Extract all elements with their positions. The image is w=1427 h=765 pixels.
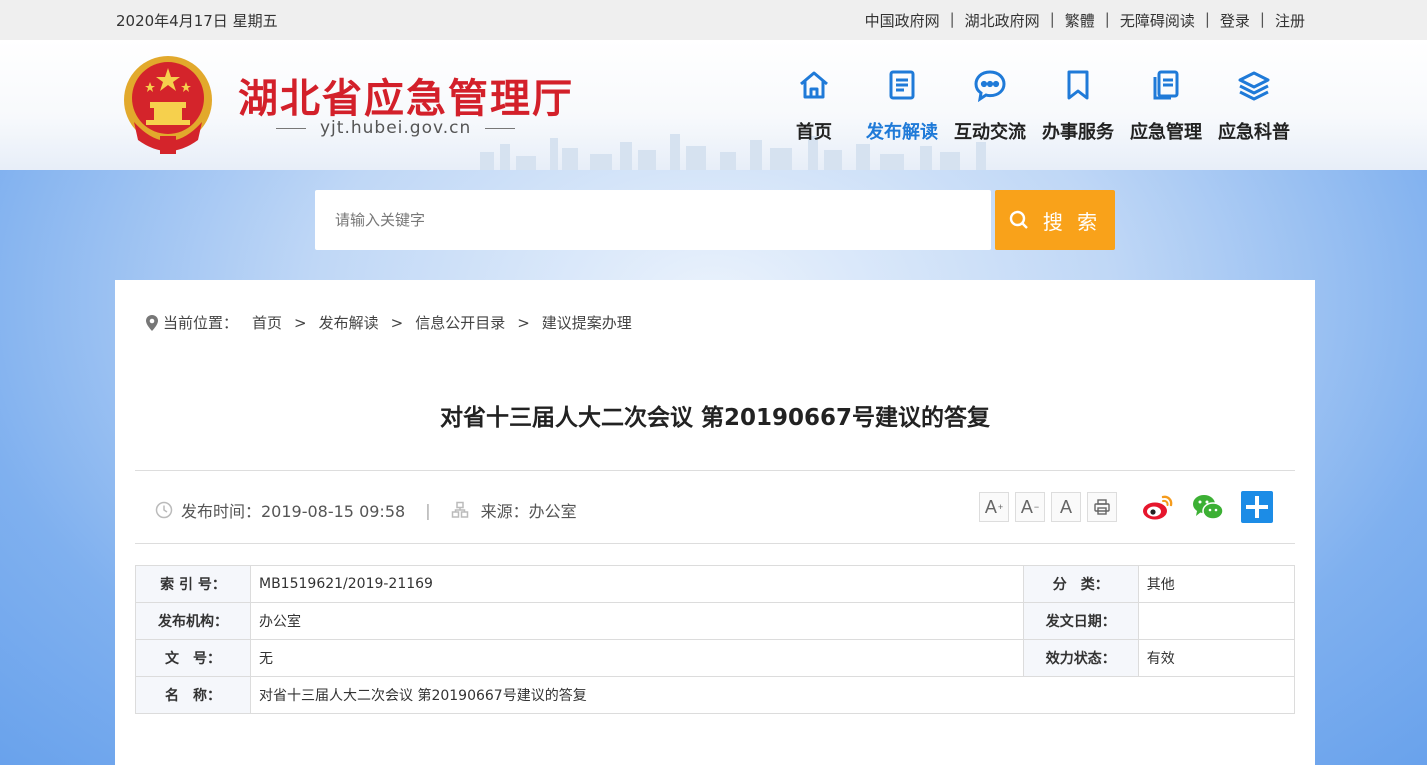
national-emblem-logo	[124, 56, 212, 154]
layers-icon	[1210, 60, 1298, 110]
link-login[interactable]: 登录	[1220, 10, 1250, 31]
divider	[135, 470, 1295, 471]
status-value: 有效	[1137, 639, 1296, 677]
breadcrumb: 当前位置： 首页 > 发布解读 > 信息公开目录 > 建议提案办理	[145, 312, 632, 333]
index-no-value: MB1519621/2019-21169	[250, 565, 1024, 603]
index-no-key: 索 引 号：	[135, 565, 251, 603]
nav-interact-label: 互动交流	[954, 122, 1026, 143]
weibo-icon	[1143, 495, 1173, 520]
link-gov-cn[interactable]: 中国政府网	[865, 10, 940, 31]
category-value: 其他	[1137, 565, 1296, 603]
breadcrumb-catalog[interactable]: 信息公开目录	[415, 312, 505, 333]
site-header: 湖北省应急管理厅 yjt.hubei.gov.cn 首页 发布解读 互动交流 办…	[0, 40, 1427, 170]
font-enlarge-button[interactable]: A +	[979, 492, 1009, 522]
site-title[interactable]: 湖北省应急管理厅	[238, 66, 574, 124]
current-date: 2020年4月17日 星期五	[116, 12, 278, 30]
clock-icon	[155, 501, 173, 519]
link-register[interactable]: 注册	[1275, 10, 1305, 31]
org-value: 办公室	[250, 602, 1024, 640]
plus-icon	[1241, 491, 1273, 523]
breadcrumb-publish[interactable]: 发布解读	[319, 312, 379, 333]
wechat-icon	[1193, 495, 1224, 520]
breadcrumb-home[interactable]: 首页	[252, 312, 282, 333]
category-key: 分 类：	[1022, 565, 1139, 603]
site-domain: yjt.hubei.gov.cn	[262, 118, 529, 138]
doc-number-value: 无	[250, 639, 1024, 677]
nav-emergency-label: 应急管理	[1130, 122, 1202, 143]
publish-time: 发布时间：2019-08-15 09:58	[181, 502, 406, 521]
breadcrumb-proposals[interactable]: 建议提案办理	[542, 312, 632, 333]
chat-icon	[946, 60, 1034, 110]
font-shrink-button[interactable]: A −	[1015, 492, 1045, 522]
nav-interact[interactable]: 互动交流	[946, 60, 1034, 144]
table-row: 发布机构： 办公室 发文日期：	[135, 602, 1296, 640]
breadcrumb-label: 当前位置：	[163, 314, 239, 332]
org-key: 发布机构：	[135, 602, 251, 640]
search-button-label: 搜 索	[1042, 209, 1102, 234]
link-accessibility[interactable]: 无障碍阅读	[1120, 10, 1195, 31]
doc-number-key: 文 号：	[135, 639, 251, 677]
nav-emergency[interactable]: 应急管理	[1122, 60, 1210, 144]
name-key: 名 称：	[135, 676, 251, 714]
main-nav: 首页 发布解读 互动交流 办事服务 应急管理 应急科普	[770, 60, 1298, 144]
print-button[interactable]	[1087, 492, 1117, 522]
home-icon	[770, 60, 858, 110]
article-source: 来源：办公室	[480, 502, 577, 521]
nav-service-label: 办事服务	[1042, 122, 1114, 143]
share-more-button[interactable]	[1241, 491, 1273, 523]
article-tools: A + A − A	[979, 491, 1273, 523]
source-icon	[451, 501, 468, 518]
issue-date-value	[1137, 602, 1296, 640]
nav-science-label: 应急科普	[1218, 122, 1290, 143]
location-pin-icon	[146, 314, 158, 331]
table-row: 文 号： 无 效力状态： 有效	[135, 639, 1296, 677]
table-row: 索 引 号： MB1519621/2019-21169 分 类： 其他	[135, 565, 1296, 603]
bookmark-icon	[1034, 60, 1122, 110]
status-key: 效力状态：	[1022, 639, 1139, 677]
nav-home-label: 首页	[796, 122, 832, 143]
content-panel: 当前位置： 首页 > 发布解读 > 信息公开目录 > 建议提案办理 对省十三届人大二次…	[115, 280, 1315, 765]
site-domain-text: yjt.hubei.gov.cn	[320, 118, 472, 138]
issue-date-key: 发文日期：	[1022, 602, 1139, 640]
table-row: 名 称： 对省十三届人大二次会议 第20190667号建议的答复	[135, 676, 1295, 714]
document-icon	[858, 60, 946, 110]
link-traditional[interactable]: 繁體	[1065, 10, 1095, 31]
link-hubei-gov[interactable]: 湖北政府网	[965, 10, 1040, 31]
divider	[135, 543, 1295, 544]
nav-service[interactable]: 办事服务	[1034, 60, 1122, 144]
search-input[interactable]	[315, 190, 991, 250]
article-meta: 发布时间：2019-08-15 09:58 | 来源：办公室	[155, 498, 577, 522]
printer-icon	[1094, 499, 1110, 515]
search-button[interactable]: 搜 索	[995, 190, 1115, 250]
nav-publish-label: 发布解读	[866, 122, 938, 143]
name-value: 对省十三届人大二次会议 第20190667号建议的答复	[250, 676, 1295, 714]
document-info-table: 索 引 号： MB1519621/2019-21169 分 类： 其他 发布机构…	[135, 565, 1296, 714]
search-icon	[1009, 210, 1028, 229]
share-wechat-button[interactable]	[1191, 492, 1225, 522]
top-links: 中国政府网 | 湖北政府网 | 繁體 | 无障碍阅读 | 登录 | 注册	[864, 10, 1305, 31]
files-icon	[1122, 60, 1210, 110]
article-title: 对省十三届人大二次会议 第20190667号建议的答复	[439, 405, 991, 431]
nav-home[interactable]: 首页	[770, 60, 858, 144]
nav-science[interactable]: 应急科普	[1210, 60, 1298, 144]
font-default-button[interactable]: A	[1051, 492, 1081, 522]
share-weibo-button[interactable]	[1141, 492, 1175, 522]
nav-publish[interactable]: 发布解读	[858, 60, 946, 144]
top-bar: 2020年4月17日 星期五 中国政府网 | 湖北政府网 | 繁體 | 无障碍阅读 | …	[0, 0, 1427, 40]
